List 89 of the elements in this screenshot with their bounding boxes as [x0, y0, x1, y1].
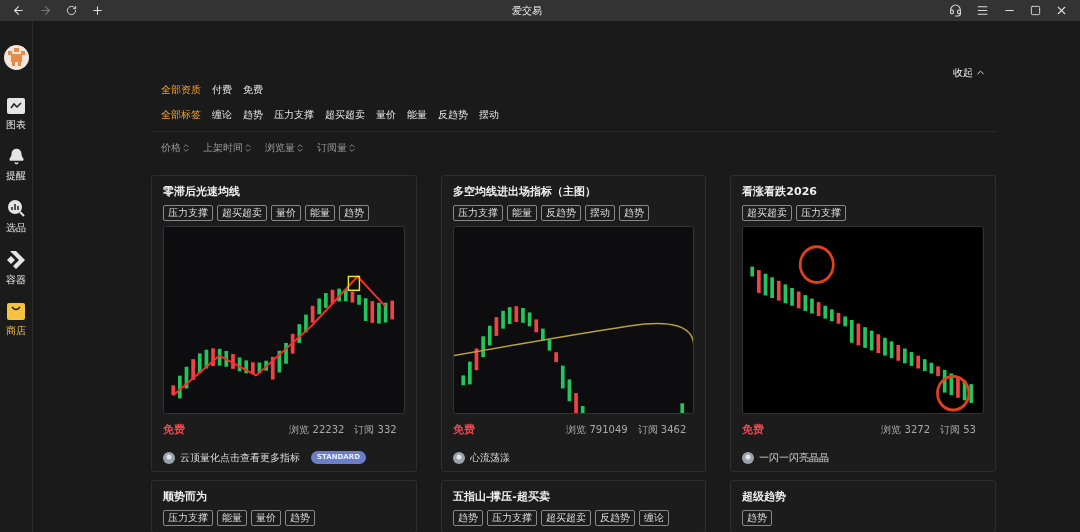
- author-name[interactable]: 云顶量化点击查看更多指标: [180, 450, 300, 465]
- tag: 反趋势: [594, 509, 635, 526]
- menu-icon[interactable]: [976, 4, 989, 17]
- filter-option[interactable]: 趋势: [243, 107, 263, 122]
- tag: 压力支撑: [796, 204, 847, 221]
- card-title: 多空均线进出场指标（主图）: [452, 184, 597, 200]
- sort-icon: [347, 142, 357, 153]
- card-title: 顺势而为: [163, 489, 208, 505]
- view-count: 浏览 22232: [289, 423, 345, 438]
- tag: 趋势: [618, 204, 649, 221]
- card-title: 零滞后光速均线: [163, 184, 241, 200]
- diamond-arrow-icon: [7, 251, 25, 269]
- chart-icon: [7, 98, 25, 114]
- price: 免费: [742, 421, 766, 438]
- close-icon[interactable]: [1055, 4, 1068, 17]
- tag: 超买超卖: [217, 204, 267, 221]
- avatar-icon: [742, 451, 755, 464]
- view-count: 浏览 3272: [881, 423, 931, 438]
- filter-option[interactable]: 反趋势: [438, 107, 468, 122]
- bell-icon: [7, 148, 25, 165]
- sidebar-item[interactable]: 容器: [6, 251, 26, 287]
- author-name[interactable]: 一闪一闪亮晶晶: [759, 450, 830, 465]
- new-tab-icon[interactable]: [91, 4, 104, 17]
- sort-button[interactable]: 价格: [161, 140, 191, 155]
- tag: 能量: [305, 204, 335, 221]
- filter-option[interactable]: 超买超卖: [325, 107, 365, 122]
- tag: 摆动: [584, 204, 615, 221]
- author-name[interactable]: 心流荡漾: [469, 450, 510, 465]
- reload-icon[interactable]: [66, 5, 77, 16]
- search-icon: [7, 199, 25, 217]
- sort-icon: [295, 142, 305, 153]
- avatar-icon: [452, 451, 465, 464]
- filter-option[interactable]: 缠论: [212, 107, 232, 122]
- tag: 超买超卖: [540, 509, 591, 526]
- maximize-icon[interactable]: [1030, 5, 1041, 16]
- sort-icon: [181, 142, 191, 153]
- collapse-button[interactable]: 收起: [953, 65, 986, 80]
- tag: 趋势: [742, 509, 773, 526]
- card-title: 看涨看跌2026: [742, 184, 818, 200]
- tag: 能量: [506, 204, 537, 221]
- subscription-count: 订阅 332: [354, 423, 397, 438]
- card-title: 五指山-撑压-超买卖: [452, 489, 551, 505]
- filter-option[interactable]: 付费: [212, 82, 232, 97]
- tag: 压力支撑: [452, 204, 503, 221]
- price: 免费: [163, 421, 186, 438]
- tag: 趋势: [339, 204, 369, 221]
- window-title: 爱交易: [511, 4, 542, 18]
- sort-icon: [243, 142, 253, 153]
- sidebar-item[interactable]: 商店: [6, 303, 26, 338]
- filter-option[interactable]: 压力支撑: [274, 107, 314, 122]
- tag: 量价: [271, 204, 301, 221]
- sort-button[interactable]: 订阅量: [317, 140, 357, 155]
- tag: 反趋势: [540, 204, 581, 221]
- tag: 缠论: [638, 509, 669, 526]
- tag: 压力支撑: [163, 509, 213, 526]
- script-card[interactable]: 顺势而为 压力支撑 能量 量价 趋势: [151, 480, 417, 532]
- sidebar-item[interactable]: 选品: [6, 199, 26, 235]
- script-card[interactable]: 多空均线进出场指标（主图） 压力支撑 能量 反趋势 摆动 趋势 免费 浏览 791049 订阅 3462 心流荡漾: [440, 175, 707, 472]
- filter-option[interactable]: 全部资质: [161, 82, 201, 97]
- support-icon[interactable]: [949, 4, 962, 17]
- avatar-icon: [163, 451, 175, 464]
- tag: 压力支撑: [486, 509, 537, 526]
- price: 免费: [452, 421, 476, 438]
- sort-button[interactable]: 浏览量: [265, 140, 305, 155]
- filter-option[interactable]: 能量: [407, 107, 427, 122]
- tag: 量价: [251, 509, 281, 526]
- filter-option[interactable]: 量价: [376, 107, 396, 122]
- script-card[interactable]: 超级趋势 趋势: [730, 480, 996, 532]
- tag: 能量: [217, 509, 247, 526]
- sidebar-item[interactable]: 图表: [6, 98, 26, 132]
- avatar-icon[interactable]: [3, 45, 29, 70]
- card-title: 超级趋势: [742, 489, 788, 505]
- sort-button[interactable]: 上架时间: [203, 140, 253, 155]
- back-icon[interactable]: [12, 4, 25, 17]
- script-card[interactable]: 五指山-撑压-超买卖 趋势 压力支撑 超买超卖 反趋势 缠论: [440, 480, 707, 532]
- forward-icon[interactable]: [39, 4, 52, 17]
- tag: 压力支撑: [163, 204, 213, 221]
- view-count: 浏览 791049: [566, 423, 628, 438]
- sidebar-item[interactable]: 提醒: [6, 148, 26, 183]
- tag: 趋势: [285, 509, 315, 526]
- subscription-count: 订阅 53: [940, 423, 976, 438]
- script-card[interactable]: 看涨看跌2026 超买超卖 压力支撑 免费 浏览 3272 订阅 53 一闪一闪亮晶晶: [730, 175, 996, 472]
- subscription-count: 订阅 3462: [637, 423, 687, 438]
- shopping-bag-icon: [7, 303, 25, 320]
- tag: 超买超卖: [742, 204, 793, 221]
- filter-option[interactable]: 全部标签: [161, 107, 201, 122]
- filter-option[interactable]: 免费: [243, 82, 263, 97]
- filter-option[interactable]: 摆动: [479, 107, 499, 122]
- tag: 趋势: [452, 509, 483, 526]
